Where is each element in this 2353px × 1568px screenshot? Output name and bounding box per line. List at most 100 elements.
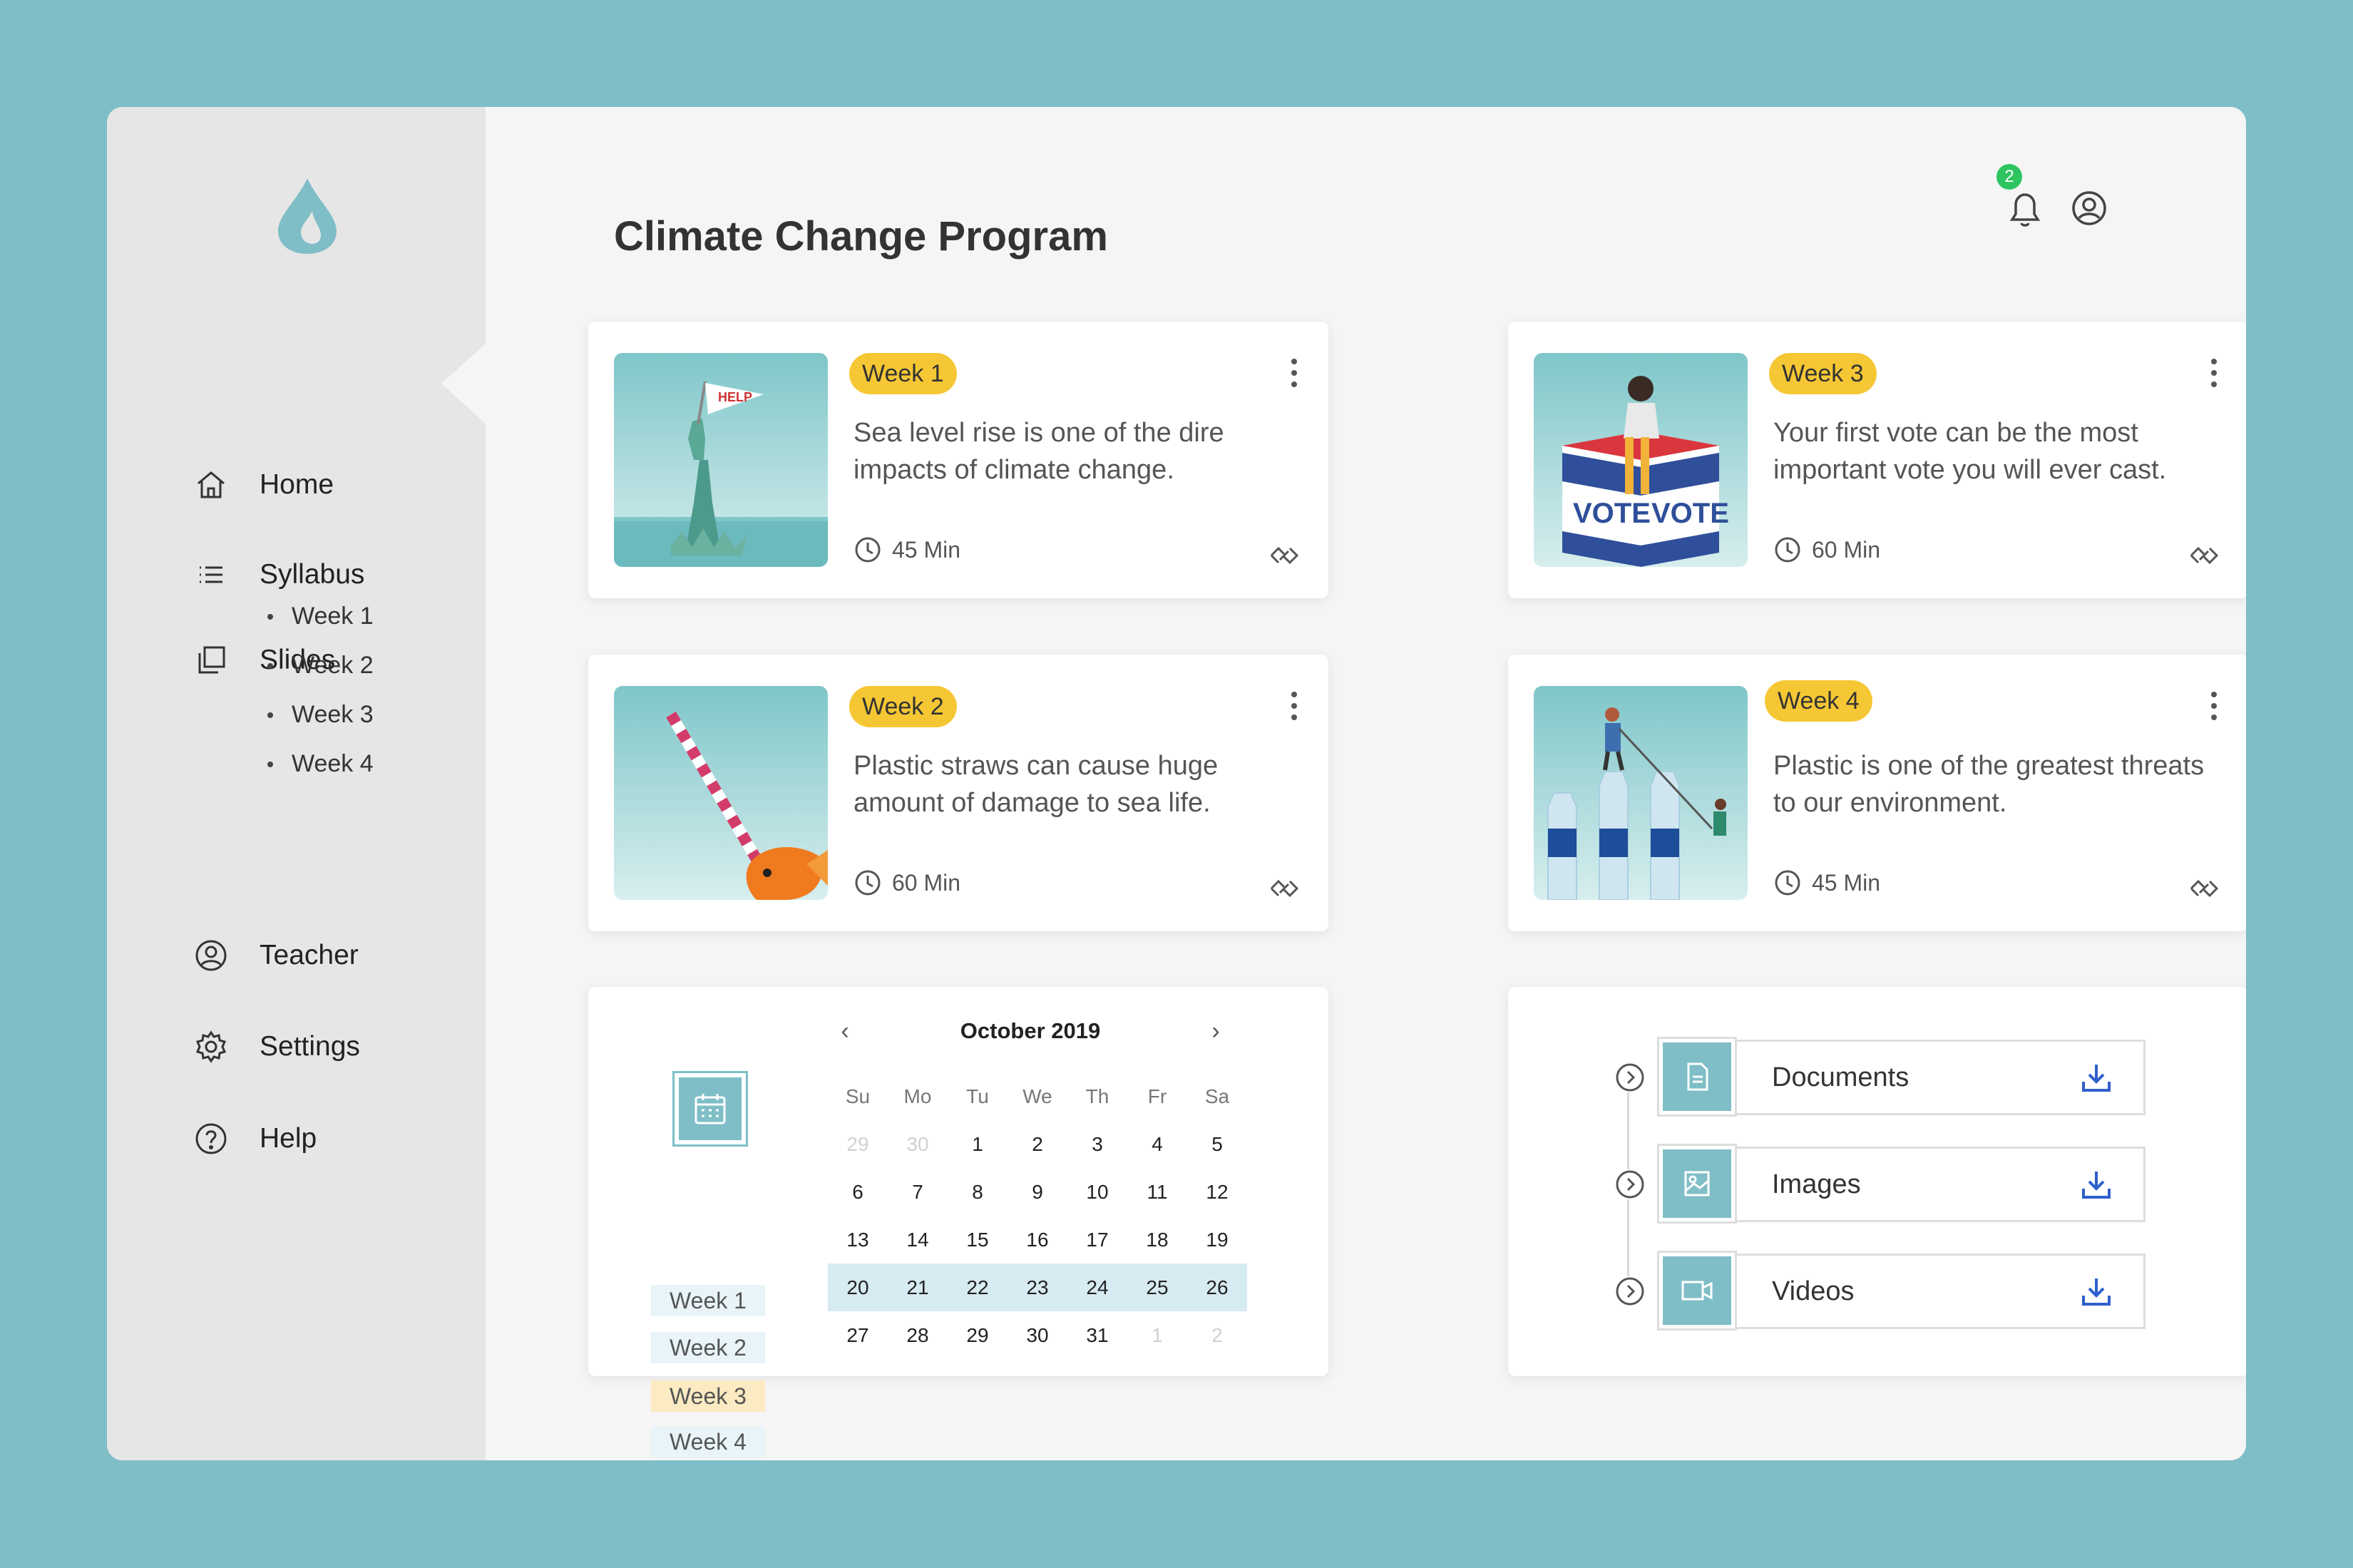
calendar-weekday-row: Su Mo Tu We Th Fr Sa: [828, 1072, 1247, 1120]
more-options-icon[interactable]: [1288, 692, 1300, 723]
calendar-day[interactable]: 4: [1127, 1133, 1187, 1156]
calendar-day[interactable]: 12: [1187, 1181, 1247, 1204]
duration-label: 45 Min: [892, 536, 961, 563]
sidebar: Home Syllabus Slides Week 1 Week 2 Week …: [107, 107, 487, 1460]
subitem-label: Week 1: [292, 603, 374, 630]
images-item[interactable]: Images: [1657, 1143, 2146, 1224]
calendar-day[interactable]: 29: [828, 1133, 888, 1156]
videos-item[interactable]: Videos: [1657, 1250, 2146, 1331]
calendar-day[interactable]: 13: [828, 1229, 888, 1251]
resource-label: Documents: [1772, 1062, 1909, 1092]
calendar-day[interactable]: 2: [1187, 1324, 1247, 1347]
calendar-day[interactable]: 30: [888, 1133, 948, 1156]
download-icon[interactable]: [2079, 1060, 2113, 1095]
sidebar-item-settings[interactable]: Settings: [191, 1025, 360, 1068]
calendar-week-label-4[interactable]: Week 4: [651, 1426, 765, 1457]
calendar-day[interactable]: 5: [1187, 1133, 1247, 1156]
bell-icon[interactable]: [2004, 185, 2046, 231]
calendar-day[interactable]: 22: [948, 1276, 1008, 1299]
more-options-icon[interactable]: [1288, 359, 1300, 390]
download-icon[interactable]: [2079, 1274, 2113, 1308]
calendar-grid: Su Mo Tu We Th Fr Sa 29 30 1 2 3 4 5 6 7…: [828, 1072, 1247, 1359]
calendar-day[interactable]: 7: [888, 1181, 948, 1204]
header-actions: 2: [1996, 164, 2146, 250]
slides-subitem-week-3[interactable]: Week 3: [267, 690, 374, 739]
lesson-card-week-3[interactable]: VOTE VOTE Week 3 Your first vote can be …: [1508, 322, 2246, 598]
more-options-icon[interactable]: [2208, 692, 2220, 723]
more-options-icon[interactable]: [2208, 359, 2220, 390]
lesson-card-week-2[interactable]: Week 2 Plastic straws can cause huge amo…: [588, 655, 1328, 931]
calendar-week-label-3[interactable]: Week 3: [651, 1380, 765, 1412]
list-icon: [191, 555, 231, 595]
calendar-day[interactable]: 18: [1127, 1229, 1187, 1251]
download-icon[interactable]: [2079, 1167, 2113, 1201]
bullet: [267, 662, 273, 669]
slides-subitem-week-4[interactable]: Week 4: [267, 739, 374, 789]
calendar-day[interactable]: 21: [888, 1276, 948, 1299]
slides-subitem-week-1[interactable]: Week 1: [267, 592, 374, 641]
home-icon: [191, 465, 231, 505]
calendar-day[interactable]: 17: [1067, 1229, 1127, 1251]
lesson-thumbnail: [1534, 686, 1748, 900]
sidebar-item-label: Help: [260, 1123, 317, 1154]
sidebar-item-syllabus[interactable]: Syllabus: [191, 553, 364, 596]
calendar-day[interactable]: 26: [1187, 1276, 1247, 1299]
calendar-day[interactable]: 16: [1008, 1229, 1067, 1251]
calendar-day[interactable]: 19: [1187, 1229, 1247, 1251]
clock-icon: [1775, 537, 1800, 563]
slides-subitem-week-2[interactable]: Week 2: [267, 641, 374, 690]
documents-item[interactable]: Documents: [1657, 1036, 2146, 1117]
calendar-day[interactable]: 24: [1067, 1276, 1127, 1299]
link-icon[interactable]: [2188, 543, 2220, 568]
calendar-day[interactable]: 3: [1067, 1133, 1127, 1156]
calendar-button[interactable]: [672, 1071, 748, 1147]
weekday-label: Fr: [1147, 1085, 1167, 1107]
video-icon: [1657, 1250, 1737, 1331]
clock-icon: [1775, 870, 1800, 896]
link-icon[interactable]: [1268, 543, 1300, 568]
week-badge: Week 4: [1765, 680, 1872, 722]
calendar-day[interactable]: 29: [948, 1324, 1008, 1347]
lesson-description: Your first vote can be the most importan…: [1773, 418, 2167, 485]
calendar-day[interactable]: 8: [948, 1181, 1008, 1204]
calendar-week-label-1[interactable]: Week 1: [651, 1285, 765, 1316]
calendar-day[interactable]: 30: [1008, 1324, 1067, 1347]
image-icon: [1657, 1143, 1737, 1224]
calendar-day[interactable]: 1: [948, 1133, 1008, 1156]
link-icon[interactable]: [2188, 876, 2220, 901]
calendar-week-row: 6 7 8 9 10 11 12: [828, 1168, 1247, 1216]
calendar-icon: [694, 1094, 726, 1124]
calendar-day[interactable]: 6: [828, 1181, 888, 1204]
calendar-day[interactable]: 11: [1127, 1181, 1187, 1204]
calendar-day[interactable]: 27: [828, 1324, 888, 1347]
calendar-day[interactable]: 1: [1127, 1324, 1187, 1347]
calendar-day[interactable]: 20: [828, 1276, 888, 1299]
calendar-next-button[interactable]: ›: [1201, 1015, 1230, 1047]
calendar-day[interactable]: 2: [1008, 1133, 1067, 1156]
lesson-thumbnail: HELP: [614, 353, 828, 567]
droplet-logo-icon[interactable]: [275, 175, 339, 257]
lesson-card-week-1[interactable]: HELP Week 1 Sea level rise is one of the…: [588, 322, 1328, 598]
chevron-right-icon[interactable]: [1615, 1169, 1645, 1199]
calendar-day[interactable]: 15: [948, 1229, 1008, 1251]
lesson-card-week-4[interactable]: Week 4 Plastic is one of the greatest th…: [1508, 655, 2246, 931]
calendar-day[interactable]: 9: [1008, 1181, 1067, 1204]
calendar-day[interactable]: 28: [888, 1324, 948, 1347]
lesson-thumbnail: [614, 686, 828, 900]
sidebar-item-teacher[interactable]: Teacher: [191, 934, 359, 977]
calendar-day[interactable]: 31: [1067, 1324, 1127, 1347]
document-icon: [1657, 1036, 1737, 1117]
calendar-day[interactable]: 14: [888, 1229, 948, 1251]
chevron-right-icon[interactable]: [1615, 1062, 1645, 1092]
sidebar-item-home[interactable]: Home: [191, 463, 334, 506]
calendar-week-row-highlighted: 20 21 22 23 24 25 26: [828, 1264, 1247, 1311]
calendar-day[interactable]: 23: [1008, 1276, 1067, 1299]
link-icon[interactable]: [1268, 876, 1300, 901]
calendar-week-label-2[interactable]: Week 2: [651, 1332, 765, 1363]
calendar-day[interactable]: 25: [1127, 1276, 1187, 1299]
profile-icon[interactable]: [2066, 185, 2112, 231]
chevron-right-icon[interactable]: [1615, 1276, 1645, 1306]
sidebar-item-help[interactable]: Help: [191, 1117, 317, 1160]
calendar-day[interactable]: 10: [1067, 1181, 1127, 1204]
resource-label: Images: [1772, 1169, 1861, 1199]
